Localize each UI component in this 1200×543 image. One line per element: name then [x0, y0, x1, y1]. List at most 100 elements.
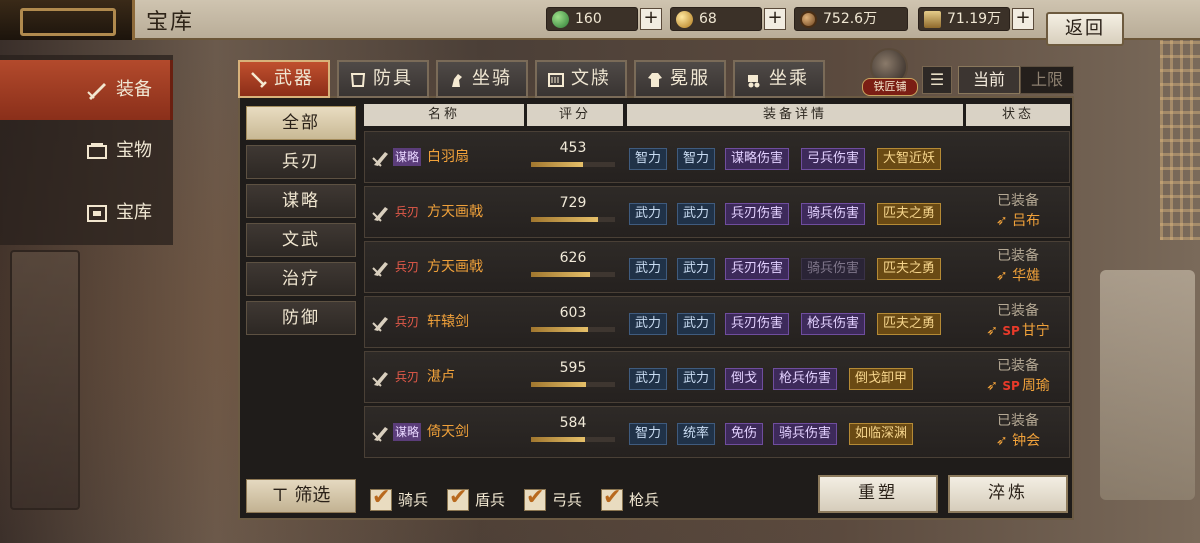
attribute-tag: 武力: [677, 258, 716, 280]
score-bar-fill: [531, 327, 589, 332]
resource-grain: 71.19万: [918, 7, 1010, 31]
attribute-tag: 免伤: [725, 423, 764, 445]
weapon-name: 倚天剑: [427, 424, 469, 440]
resource-copper: 752.6万: [794, 7, 908, 31]
attribute-tag: 骑兵伤害: [801, 258, 866, 280]
weapon-name: 湛卢: [427, 369, 455, 385]
filter-button[interactable]: ⊤ 筛选: [246, 479, 356, 513]
hero-name: 周瑜: [1021, 378, 1050, 394]
checkbox-shield[interactable]: 盾兵: [447, 486, 505, 512]
equipment-row[interactable]: 兵刃 湛卢 595 武力 武力 倒戈 枪兵伤害 倒戈卸甲 已装备 ➶ SP 周瑜: [364, 351, 1070, 403]
sidebar-item-vault[interactable]: 宝库: [0, 183, 173, 243]
tab-robe[interactable]: 冕服: [634, 60, 726, 98]
weapon-score: 626: [559, 250, 587, 266]
hero-name: 甘宁: [1021, 323, 1050, 339]
attribute-tag: 兵刃伤害: [725, 258, 790, 280]
sp-badge: SP: [1002, 379, 1020, 393]
treasure-icon: [87, 143, 107, 159]
attribute-tag: 兵刃伤害: [725, 203, 790, 225]
top-bar: 宝库 160 + 68 + 752.6万 71.19万 +: [0, 0, 1200, 40]
score-bar-fill: [531, 217, 599, 222]
attribute-tag: 智力: [629, 423, 668, 445]
attribute-tag: 统率: [677, 423, 716, 445]
attribute-tag: 智力: [677, 148, 716, 170]
equipped-hero[interactable]: ➶ 吕布: [973, 211, 1063, 231]
weapon-type-badge: 谋略: [393, 423, 422, 441]
funnel-icon: ⊤: [271, 485, 295, 506]
robe-icon: [648, 73, 662, 87]
weapon-type-badge: 谋略: [393, 148, 422, 166]
background-cabinet: [10, 250, 80, 510]
tab-carriage[interactable]: 坐乘: [733, 60, 825, 98]
equipped-hero[interactable]: ➶ SP 甘宁: [973, 321, 1063, 341]
background-lattice: [1160, 40, 1200, 240]
equip-status: 已装备 ➶ SP 甘宁: [973, 301, 1063, 341]
attribute-tag: 枪兵伤害: [801, 313, 866, 335]
add-grain-button[interactable]: +: [1012, 8, 1034, 30]
strategy-weapon-icon: [372, 152, 388, 167]
equipped-hero[interactable]: ➶ 钟会: [973, 431, 1063, 451]
category-blade[interactable]: 兵刃: [246, 145, 356, 179]
tab-mount[interactable]: 坐骑: [436, 60, 528, 98]
blacksmith-button[interactable]: 铁匠铺: [862, 48, 918, 98]
temper-button[interactable]: 淬炼: [948, 475, 1068, 513]
list-view-button[interactable]: ☰: [922, 66, 952, 94]
attribute-tag: 武力: [677, 368, 716, 390]
tab-armor[interactable]: 防具: [337, 60, 429, 98]
category-all[interactable]: 全部: [246, 106, 356, 140]
sidebar-item-equipment[interactable]: 装备: [0, 60, 173, 120]
grain-icon: [924, 11, 941, 28]
score-bar: [531, 272, 615, 277]
checkbox-icon: [447, 486, 469, 511]
equip-status: 已装备 ➶ 华雄: [973, 246, 1063, 286]
attribute-tag: 骑兵伤害: [801, 203, 866, 225]
blade-weapon-icon: [372, 207, 388, 222]
equipment-row[interactable]: 谋略 倚天剑 584 智力 统率 免伤 骑兵伤害 如临深渊 已装备 ➶ 钟会: [364, 406, 1070, 458]
equipment-row[interactable]: 谋略 白羽扇 453 智力 智力 谋略伤害 弓兵伤害 大智近妖: [364, 131, 1070, 183]
sidebar-item-treasure[interactable]: 宝物: [0, 121, 173, 181]
weapon-score: 584: [559, 415, 587, 431]
checkbox-spear[interactable]: 枪兵: [601, 486, 659, 512]
back-button[interactable]: 返回: [1046, 12, 1124, 46]
weapon-name: 白羽扇: [427, 149, 469, 165]
equipped-hero[interactable]: ➶ 华雄: [973, 266, 1063, 286]
column-header-details: 装备详情: [627, 104, 963, 126]
weapon-name: 轩辕剑: [427, 314, 469, 330]
add-gold-button[interactable]: +: [764, 8, 786, 30]
category-civil-military[interactable]: 文武: [246, 223, 356, 257]
header-ornament: [0, 0, 135, 40]
attribute-tag: 兵刃伤害: [725, 313, 790, 335]
score-bar: [531, 437, 615, 442]
column-header-score: 评分: [527, 104, 623, 126]
category-strategy[interactable]: 谋略: [246, 184, 356, 218]
attribute-tag: 武力: [629, 203, 668, 225]
equipment-row[interactable]: 兵刃 方天画戟 626 武力 武力 兵刃伤害 骑兵伤害 匹夫之勇 已装备 ➶ 华雄: [364, 241, 1070, 293]
hero-name: 吕布: [1012, 213, 1041, 229]
hero-icon: ➶: [995, 433, 1013, 449]
equipped-hero[interactable]: ➶ SP 周瑜: [973, 376, 1063, 396]
checkbox-cavalry[interactable]: 骑兵: [370, 486, 428, 512]
weapon-type-badge: 兵刃: [395, 370, 420, 384]
add-jade-button[interactable]: +: [640, 8, 662, 30]
tab-document[interactable]: 文牍: [535, 60, 627, 98]
attribute-tag: 武力: [629, 313, 668, 335]
equipment-row[interactable]: 兵刃 轩辕剑 603 武力 武力 兵刃伤害 枪兵伤害 匹夫之勇 已装备 ➶ SP 甘宁: [364, 296, 1070, 348]
equipment-row[interactable]: 兵刃 方天画戟 729 武力 武力 兵刃伤害 骑兵伤害 匹夫之勇 已装备 ➶ 吕布: [364, 186, 1070, 238]
gold-ingot-icon: [676, 11, 693, 28]
attribute-tag: 匹夫之勇: [877, 258, 942, 280]
weapon-type-badge: 兵刃: [395, 260, 420, 274]
blade-weapon-icon: [372, 262, 388, 277]
sidebar: 装备 宝物 宝库: [0, 55, 173, 245]
tab-weapon[interactable]: 武器: [238, 60, 330, 98]
category-healing[interactable]: 治疗: [246, 262, 356, 296]
reforge-button[interactable]: 重塑: [818, 475, 938, 513]
attribute-tag: 谋略伤害: [725, 148, 790, 170]
blade-weapon-icon: [372, 372, 388, 387]
checkbox-icon: [370, 486, 392, 511]
current-toggle[interactable]: 当前: [958, 66, 1020, 94]
checkbox-archer[interactable]: 弓兵: [524, 486, 582, 512]
limit-toggle[interactable]: 上限: [1020, 66, 1074, 94]
status-label: 已装备: [997, 248, 1039, 264]
category-defense[interactable]: 防御: [246, 301, 356, 335]
score-bar-fill: [531, 437, 585, 442]
